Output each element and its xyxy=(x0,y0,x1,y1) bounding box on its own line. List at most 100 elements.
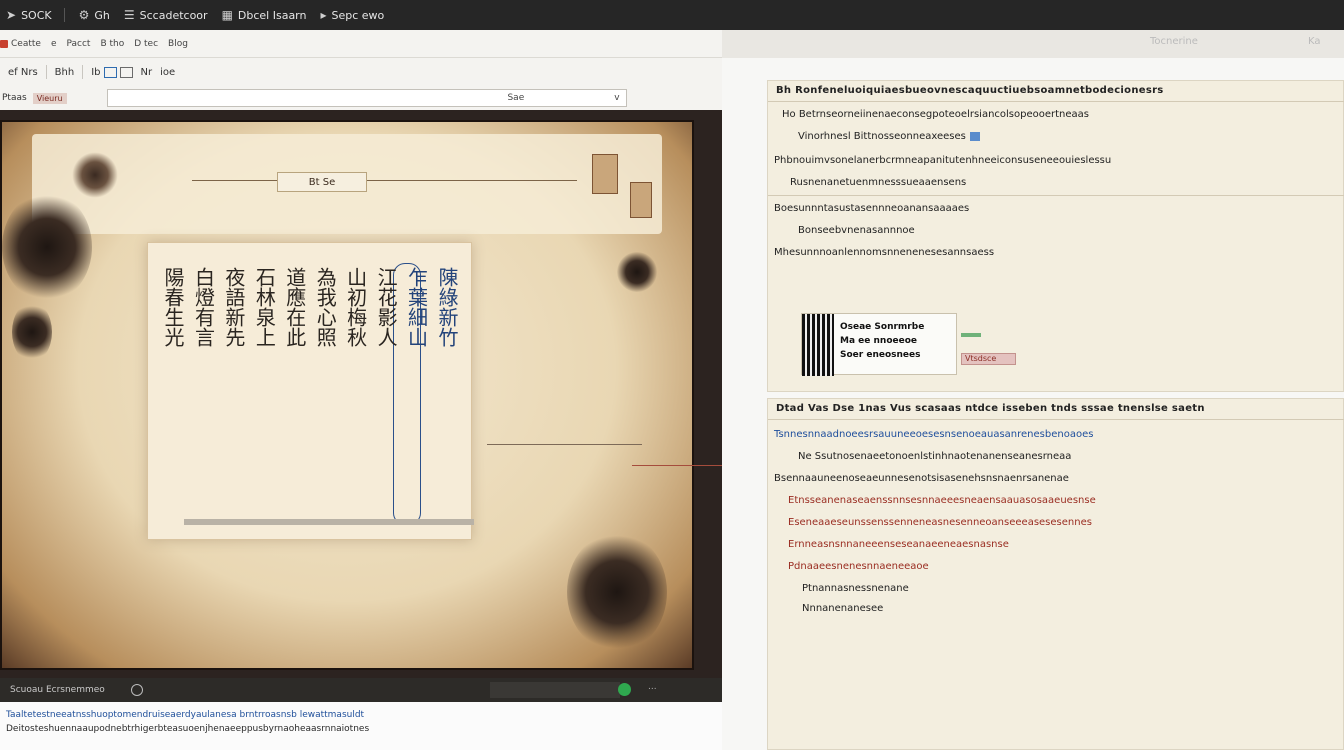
status-segment xyxy=(490,682,620,698)
note-line: Vinorhnesl Bittnosseonneaxeeses xyxy=(798,131,984,142)
toolbar-tool-e[interactable]: ioe xyxy=(160,67,175,78)
flower-decoration-icon xyxy=(567,532,667,652)
refresh-icon[interactable] xyxy=(130,684,143,696)
calligraphy-column: 白燈有言 xyxy=(191,267,216,347)
toolbar-tool-a[interactable]: ef Nrs xyxy=(8,67,38,78)
toolbar-label: Ib xyxy=(91,66,101,78)
toolbar-tool-c[interactable]: Ib xyxy=(91,66,133,78)
path-label: Ptaas xyxy=(2,93,27,103)
menu-item-gh[interactable]: ⚙ Gh xyxy=(79,8,110,22)
note-line: Bsennaauneenoseaeunnesenotsisasenehsnsna… xyxy=(774,473,1069,484)
toolbar-label: Nr xyxy=(140,66,153,78)
more-icon[interactable]: ... xyxy=(648,682,657,692)
toolbar-label: ioe xyxy=(160,66,176,78)
thumbnail-line: Ma ee nnoeeoe xyxy=(840,336,917,346)
caption-line: Taaltetestneeatnsshuoptomendruiseaerdyau… xyxy=(6,710,365,720)
notes-pane: Bh Ronfeneluoiquiaesbueovnescaquuctiuebs… xyxy=(722,58,1344,750)
toolbar-label: D tec xyxy=(134,38,159,49)
caption-text-area[interactable]: Taaltetestneeatnsshuoptomendruiseaerdyau… xyxy=(0,702,722,750)
flower-decoration-icon xyxy=(2,192,92,302)
note-line-text: Vinorhnesl Bittnosseonneaxeeses xyxy=(798,131,966,142)
calligraphy-column: 江花影人 xyxy=(374,267,399,347)
calligraphy-column: 為我心照 xyxy=(313,267,338,347)
crop-icon xyxy=(119,66,133,78)
menu-label: Sepc ewo xyxy=(331,8,385,22)
calligraphy-columns: 陳綠新竹 乍葉細山 江花影人 山初梅秋 為我心照 道應在此 石林泉上 夜語新先 … xyxy=(160,267,460,527)
divider xyxy=(768,419,1344,420)
thumbnail-image xyxy=(802,314,834,376)
notes-panel-top[interactable]: Bh Ronfeneluoiquiaesbueovnescaquuctiuebs… xyxy=(767,80,1344,392)
artwork-frame: Bt Se 陳綠新竹 乍葉細山 江花影人 山初梅秋 為我心照 道應在此 石林泉上… xyxy=(0,120,694,670)
seal-stamp-icon xyxy=(630,182,652,218)
toolbar-label: ef Nrs xyxy=(8,66,38,78)
right-header-title: Tocnerine xyxy=(1150,36,1198,47)
note-line: Mhesunnnoanlennomsnnenenesesannsaess xyxy=(774,247,995,258)
toolbar-item-pacct[interactable]: Pacct xyxy=(66,39,90,49)
category-tag[interactable]: Vtsdsce xyxy=(961,353,1016,365)
caption-line: Deitosteshuennaaupodnebtrhigerbteasuoenj… xyxy=(6,724,370,734)
toolbar-item-dtec[interactable]: D tec xyxy=(134,39,158,49)
panel-header: Dtad Vas Dse 1nas Vus scasaas ntdce isse… xyxy=(776,403,1205,414)
calligraphy-column: 陳綠新竹 xyxy=(434,267,459,347)
toolbar-secondary: ef Nrs Bhh Ib Nr ioe xyxy=(0,58,722,86)
calligraphy-column: 夜語新先 xyxy=(221,267,246,347)
toolbar-item-btho[interactable]: B tho xyxy=(100,39,124,49)
divider xyxy=(768,101,1344,102)
note-line: Eseneaaeseunssenssenneneasnesenneoanseee… xyxy=(788,517,1092,528)
record-icon xyxy=(0,39,8,48)
note-line: Boesunnntasustasennneoanansaaaaes xyxy=(774,203,970,214)
toolbar-label: Pacct xyxy=(66,38,91,49)
calligraphy-column: 石林泉上 xyxy=(252,267,277,347)
toolbar-tool-b[interactable]: Bhh xyxy=(55,67,75,78)
note-line: Ho Betrnseorneiinenaeconsegpoteoelrsianc… xyxy=(782,109,1090,120)
chevron-down-icon[interactable]: v xyxy=(614,93,619,103)
calligraphy-column: 道應在此 xyxy=(282,267,307,347)
calligraphy-column: 陽春生光 xyxy=(161,267,185,347)
note-line: Ne Ssutnosenaeetonoenlstinhnaotenanensea… xyxy=(798,451,1072,462)
path-input[interactable]: Sae v xyxy=(106,89,627,107)
toolbar-tool-d[interactable]: Nr xyxy=(141,67,153,78)
callout-line xyxy=(487,444,642,445)
title-rule-left xyxy=(192,180,277,181)
menu-item-dbcel[interactable]: ▦ Dbcel Isaarn xyxy=(222,8,307,22)
note-line: Nnnanenanesee xyxy=(802,603,884,614)
sheet-footer-rule xyxy=(184,519,474,525)
status-text: Scuoau Ecrsnemmeo xyxy=(10,685,105,695)
view-tag[interactable]: Vieuru xyxy=(32,92,67,104)
note-line: Phbnouimvsonelanerbcrmneapanitutenhneeic… xyxy=(774,155,1112,166)
play-icon: ▸ xyxy=(320,8,327,22)
panel-header: Bh Ronfeneluoiquiaesbueovnescaquuctiuebs… xyxy=(776,85,1164,96)
gear-icon: ⚙ xyxy=(78,8,90,22)
note-line: Pdnaaeesnenesnnaeneeaoe xyxy=(788,561,929,572)
thumbnail-card[interactable]: Oseae Sonrmrbe Ma ee nnoeeoe Soer eneosn… xyxy=(801,313,957,376)
note-line: Ernneasnsnnaneeenseseanaeeneaesnasnse xyxy=(788,539,1009,550)
frame-icon xyxy=(103,66,117,78)
toolbar-label: B tho xyxy=(100,38,125,49)
image-workspace[interactable]: Bt Se 陳綠新竹 乍葉細山 江花影人 山初梅秋 為我心照 道應在此 石林泉上… xyxy=(0,110,722,678)
note-line: Etnsseanenaseaenssnnsesnnaeeesneaensaaua… xyxy=(788,495,1096,506)
toolbar-item-blog[interactable]: Blog xyxy=(168,39,188,49)
menu-item-sock[interactable]: ➤ SOCK xyxy=(6,8,52,22)
checkbox-icon[interactable] xyxy=(969,131,980,141)
seal-stamp-icon xyxy=(592,154,618,194)
divider xyxy=(45,65,47,79)
toolbar-label: Ceatte xyxy=(11,38,41,49)
right-header-corner: Ka xyxy=(1308,36,1321,47)
notes-panel-bottom[interactable]: Dtad Vas Dse 1nas Vus scasaas ntdce isse… xyxy=(767,398,1344,750)
divider xyxy=(63,8,65,22)
app-window: ➤ SOCK ⚙ Gh ☰ Sccadetcoor ▦ Dbcel Isaarn… xyxy=(0,0,1344,750)
note-line: Bonseebvnenasannnoe xyxy=(798,225,915,236)
toolbar-item-e[interactable]: e xyxy=(51,39,57,49)
note-line: Ptnannasnessnenane xyxy=(802,583,909,594)
thumbnail-line: Soer eneosnees xyxy=(840,350,921,360)
menu-item-sepc[interactable]: ▸ Sepc ewo xyxy=(320,8,384,22)
title-rule-right xyxy=(367,180,577,181)
grid-icon: ▦ xyxy=(221,8,233,22)
menu-label: Dbcel Isaarn xyxy=(237,8,307,22)
menu-item-sccadetcoor[interactable]: ☰ Sccadetcoor xyxy=(124,8,208,22)
menu-label: Gh xyxy=(94,8,110,22)
toolbar-label: Bhh xyxy=(54,66,75,78)
menu-label: SOCK xyxy=(21,8,52,22)
toolbar-item-create[interactable]: Ceatte xyxy=(0,39,41,49)
calligraphy-sheet: 陳綠新竹 乍葉細山 江花影人 山初梅秋 為我心照 道應在此 石林泉上 夜語新先 … xyxy=(147,242,474,540)
